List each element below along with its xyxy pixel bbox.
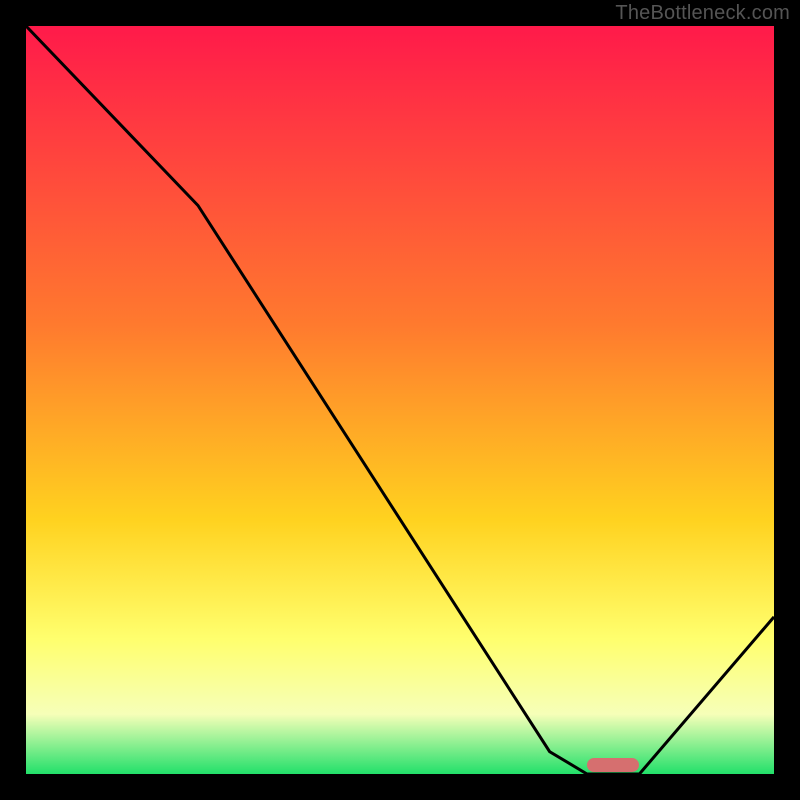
- chart-frame: [22, 22, 778, 778]
- chart-gradient-background: [26, 26, 774, 774]
- optimal-range-marker: [587, 758, 639, 772]
- gradient-rect: [26, 26, 774, 774]
